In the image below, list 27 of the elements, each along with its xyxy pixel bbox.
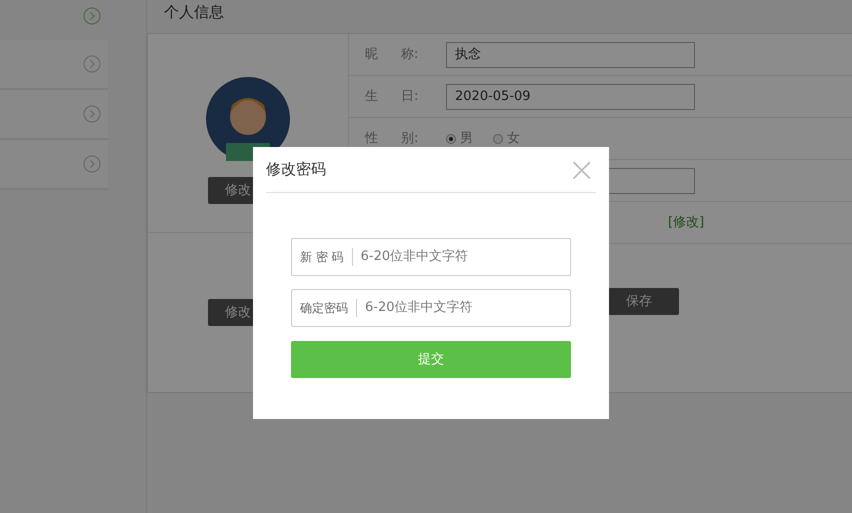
field-label: 确定密码 <box>300 299 357 317</box>
field-label: 性 <box>365 130 379 148</box>
chevron-circle-icon <box>83 55 101 73</box>
sidebar-item[interactable] <box>0 90 108 140</box>
radio-label: 女 <box>507 130 520 148</box>
field-label: 称: <box>401 46 420 64</box>
field-label: 昵 <box>365 46 379 64</box>
field-label: 新 密 码 <box>300 248 353 266</box>
close-button[interactable]: × <box>568 156 596 182</box>
chevron-circle-icon[interactable] <box>83 7 101 25</box>
chevron-circle-icon <box>83 105 101 123</box>
radio-label: 男 <box>460 130 473 148</box>
chevron-circle-icon <box>83 155 101 173</box>
field-label: 生 <box>365 88 379 106</box>
field-label: 日: <box>401 88 420 106</box>
submit-button[interactable]: 提交 <box>291 341 571 378</box>
edit-link[interactable]: [修改] <box>668 212 704 232</box>
input-field[interactable]: 2020-05-09 <box>446 84 695 110</box>
password-field[interactable]: 新 密 码 6-20位非中文字符 <box>291 238 571 276</box>
sidebar-item[interactable] <box>0 40 108 90</box>
input-field[interactable]: 执念 <box>446 42 695 68</box>
radio-button[interactable] <box>493 134 503 144</box>
password-field[interactable]: 确定密码 6-20位非中文字符 <box>291 289 571 327</box>
radio-button[interactable] <box>446 134 456 144</box>
panel-title: 个人信息 <box>163 2 225 23</box>
sidebar-item[interactable] <box>0 140 108 190</box>
field-label: 别: <box>401 130 420 148</box>
